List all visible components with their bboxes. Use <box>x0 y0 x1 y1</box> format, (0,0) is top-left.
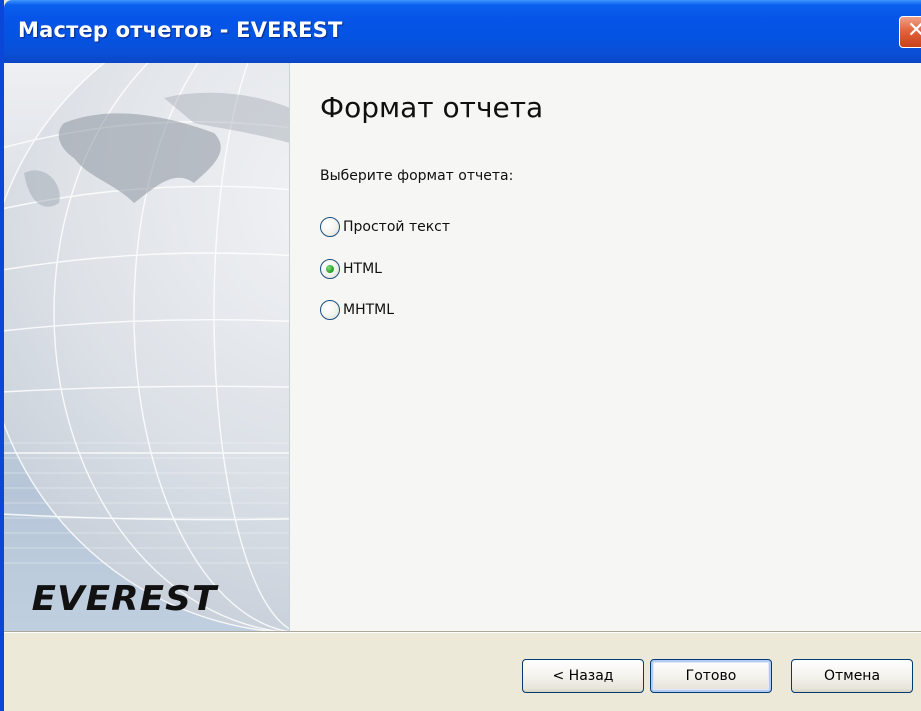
report-wizard-window: Мастер отчетов - EVEREST ✕ <box>0 0 921 711</box>
radio-html[interactable]: HTML <box>320 258 382 280</box>
format-prompt: Выберите формат отчета: <box>320 168 514 184</box>
cancel-button[interactable]: Отмена <box>791 659 913 693</box>
radio-label: Простой текст <box>343 219 451 235</box>
title-bar[interactable]: Мастер отчетов - EVEREST <box>4 0 921 63</box>
finish-button[interactable]: Готово <box>650 659 772 693</box>
close-icon: ✕ <box>907 18 921 43</box>
back-button[interactable]: < Назад <box>522 659 644 693</box>
window-title: Мастер отчетов - EVEREST <box>18 18 343 42</box>
button-bar-separator <box>4 631 921 633</box>
radio-plain-text[interactable]: Простой текст <box>320 216 450 238</box>
wizard-client-area: EVEREST Формат отчета Выберите формат от… <box>4 63 921 711</box>
radio-label: HTML <box>343 261 382 277</box>
everest-logo: EVEREST <box>31 579 218 619</box>
radio-button-selected[interactable] <box>320 259 340 279</box>
wizard-page: Формат отчета Выберите формат отчета: Пр… <box>290 63 921 631</box>
radio-button[interactable] <box>320 217 340 237</box>
page-title: Формат отчета <box>320 91 544 124</box>
radio-button[interactable] <box>320 300 340 320</box>
radio-label: MHTML <box>343 302 395 318</box>
radio-mhtml[interactable]: MHTML <box>320 299 394 321</box>
wizard-banner: EVEREST <box>4 63 290 631</box>
globe-illustration <box>4 63 289 631</box>
close-button[interactable]: ✕ <box>899 16 921 48</box>
